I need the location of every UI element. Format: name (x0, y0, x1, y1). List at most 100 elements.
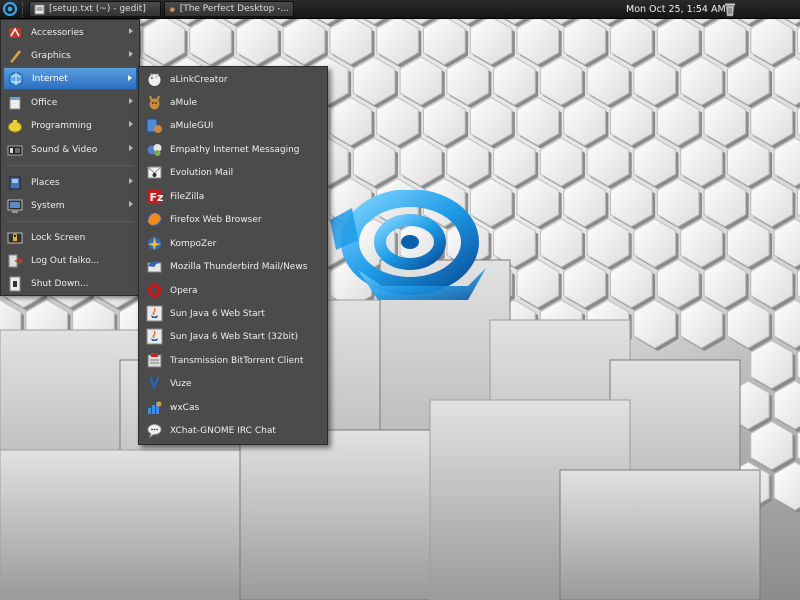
wxcas-icon (146, 399, 163, 416)
top-panel: [setup.txt (~) - gedit] [The Perfect Des… (0, 0, 800, 19)
menu-item-label: Programming (31, 120, 92, 131)
system-icon (7, 198, 23, 214)
menu-item-shut-down[interactable]: Shut Down... (3, 272, 137, 295)
menu-item-lock-screen[interactable]: Lock Screen (3, 226, 137, 249)
app-label: Vuze (170, 378, 192, 389)
app-opera[interactable]: Opera (141, 279, 325, 302)
app-label: Empathy Internet Messaging (170, 144, 300, 155)
menu-item-label: Shut Down... (31, 278, 89, 289)
amule-icon (146, 94, 163, 111)
app-wxcas[interactable]: wxCas (141, 396, 325, 419)
app-kompozer[interactable]: KompoZer (141, 232, 325, 255)
app-label: Opera (170, 285, 198, 296)
taskbar-label: [The Perfect Desktop -... (179, 4, 289, 14)
taskbar-label: [setup.txt (~) - gedit] (49, 4, 146, 14)
accessories-icon (7, 25, 23, 41)
empathy-icon (146, 141, 163, 158)
app-vuze[interactable]: Vuze (141, 372, 325, 395)
app-amulegui[interactable]: aMuleGUI (141, 114, 325, 137)
app-label: Transmission BitTorrent Client (170, 355, 304, 366)
transmission-icon (146, 352, 163, 369)
logout-icon (7, 253, 23, 269)
kompozer-icon (146, 235, 163, 252)
sound-video-icon (7, 142, 23, 158)
submenu-arrow-icon (128, 75, 132, 81)
internet-submenu: aLinkCreator aMule aMuleGUI Empathy Inte… (138, 66, 328, 445)
evolution-icon (146, 164, 163, 181)
ubuntu-logo-3d (330, 190, 486, 300)
main-menu-button[interactable] (0, 0, 20, 19)
vuze-icon (146, 375, 163, 392)
app-firefox[interactable]: Firefox Web Browser (141, 208, 325, 231)
menu-item-log-out[interactable]: Log Out falko... (3, 249, 137, 272)
trash-applet[interactable] (724, 2, 736, 20)
menu-item-system[interactable]: System (3, 194, 137, 217)
taskbar-button-firefox[interactable]: [The Perfect Desktop -... (164, 1, 294, 17)
menu-item-graphics[interactable]: Graphics (3, 44, 137, 67)
xchat-icon (146, 422, 163, 439)
submenu-arrow-icon (129, 121, 133, 127)
internet-icon (8, 71, 24, 87)
app-java-webstart-32bit[interactable]: Sun Java 6 Web Start (32bit) (141, 325, 325, 348)
amulegui-icon (146, 117, 163, 134)
ubuntu-logo-icon (2, 1, 18, 17)
app-label: Evolution Mail (170, 167, 234, 178)
app-amule[interactable]: aMule (141, 91, 325, 114)
menu-item-places[interactable]: Places (3, 171, 137, 194)
submenu-arrow-icon (129, 145, 133, 151)
menu-item-sound-video[interactable]: Sound & Video (3, 138, 137, 161)
app-alinkcreator[interactable]: aLinkCreator (141, 68, 325, 91)
menu-item-label: Places (31, 177, 60, 188)
menu-item-label: Accessories (31, 27, 84, 38)
app-java-webstart[interactable]: Sun Java 6 Web Start (141, 302, 325, 325)
menu-item-label: System (31, 200, 65, 211)
app-label: XChat-GNOME IRC Chat (170, 425, 276, 436)
app-thunderbird[interactable]: Mozilla Thunderbird Mail/News (141, 255, 325, 278)
app-label: aMule (170, 97, 198, 108)
submenu-arrow-icon (129, 28, 133, 34)
taskbar-button-gedit[interactable]: [setup.txt (~) - gedit] (29, 1, 161, 17)
svg-text:Fz: Fz (150, 191, 164, 204)
menu-item-label: Office (31, 97, 58, 108)
menu-item-internet[interactable]: Internet (3, 67, 137, 90)
office-icon (7, 95, 23, 111)
java-icon (146, 305, 163, 322)
app-empathy[interactable]: Empathy Internet Messaging (141, 138, 325, 161)
gedit-icon (34, 4, 45, 14)
graphics-icon (7, 48, 23, 64)
app-label: aLinkCreator (170, 74, 228, 85)
opera-icon (146, 282, 163, 299)
thunderbird-icon (146, 258, 163, 275)
app-xchat-gnome[interactable]: XChat-GNOME IRC Chat (141, 419, 325, 442)
java-icon (146, 328, 163, 345)
app-label: wxCas (170, 402, 200, 413)
submenu-arrow-icon (129, 98, 133, 104)
programming-icon (7, 118, 23, 134)
app-label: Mozilla Thunderbird Mail/News (170, 261, 308, 272)
menu-item-label: Lock Screen (31, 232, 86, 243)
app-label: KompoZer (170, 238, 217, 249)
app-transmission[interactable]: Transmission BitTorrent Client (141, 349, 325, 372)
menu-item-programming[interactable]: Programming (3, 114, 137, 137)
app-label: FileZilla (170, 191, 205, 202)
firefox-icon (146, 211, 163, 228)
menu-item-label: Internet (32, 73, 68, 84)
app-filezilla[interactable]: Fz FileZilla (141, 185, 325, 208)
wallpaper-block (0, 449, 261, 600)
menu-item-label: Graphics (31, 50, 71, 61)
filezilla-icon: Fz (146, 188, 163, 205)
app-label: aMuleGUI (170, 120, 214, 131)
main-applications-menu: Accessories Graphics Internet Office Pro… (0, 19, 140, 296)
menu-separator (5, 221, 135, 222)
menu-item-office[interactable]: Office (3, 91, 137, 114)
lock-icon (7, 230, 23, 246)
menu-item-label: Log Out falko... (31, 255, 100, 266)
places-icon (7, 175, 23, 191)
menu-separator (5, 165, 135, 166)
app-label: Firefox Web Browser (170, 214, 262, 225)
menu-item-accessories[interactable]: Accessories (3, 21, 137, 44)
firefox-icon (169, 6, 176, 12)
wallpaper-block (239, 429, 441, 600)
panel-clock[interactable]: Mon Oct 25, 1:54 AM (626, 4, 726, 15)
app-evolution[interactable]: Evolution Mail (141, 161, 325, 184)
